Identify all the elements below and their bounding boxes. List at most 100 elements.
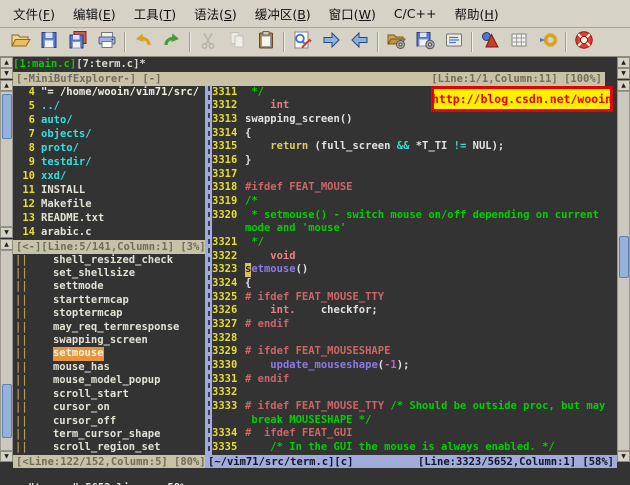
copy-button[interactable] <box>222 29 251 55</box>
redo-button[interactable] <box>157 29 186 55</box>
undo-button[interactable] <box>128 29 157 55</box>
explorer-entry[interactable]: 4"= /home/wooin/vim71/src/ <box>13 86 205 100</box>
scrollbar-down-button[interactable]: ▼ <box>617 68 630 79</box>
explorer-entry[interactable]: 5../ <box>13 100 205 114</box>
code-line[interactable]: 3318 #ifdef FEAT_MOUSE <box>212 181 617 195</box>
code-line[interactable]: 3331 # endif <box>212 373 617 387</box>
run-script-button[interactable] <box>439 29 468 55</box>
menu-item-2[interactable]: 工具(T) <box>125 0 185 27</box>
make-button[interactable] <box>475 29 504 55</box>
code-line[interactable]: 3324 { <box>212 277 617 291</box>
scrollbar-down-button[interactable]: ▼ <box>0 451 13 462</box>
cut-button[interactable] <box>193 29 222 55</box>
code-line[interactable]: 3326 int. checkfor; <box>212 304 617 318</box>
taglist-item[interactable]: || cursor_on <box>13 401 205 414</box>
code-line[interactable]: 3317 <box>212 168 617 182</box>
scrollbar-thumb[interactable] <box>2 94 12 139</box>
code-line[interactable]: 3316 } <box>212 154 617 168</box>
line-number: 3320 <box>212 209 245 223</box>
code-line[interactable]: 3323 setmouse() <box>212 263 617 277</box>
explorer-entry[interactable]: 14arabic.c <box>13 226 205 240</box>
taglist-item[interactable]: || mouse_has <box>13 361 205 374</box>
save-session-button[interactable] <box>410 29 439 55</box>
code-line[interactable]: 3333 # ifdef FEAT_MOUSE_TTY /* Should be… <box>212 400 617 414</box>
run-ctags-button[interactable] <box>504 29 533 55</box>
save-all-button[interactable] <box>63 29 92 55</box>
taglist-item[interactable]: || stoptermcap <box>13 307 205 320</box>
scrollbar-up-button[interactable]: ▲ <box>617 80 630 91</box>
scrollbar-down-button[interactable]: ▼ <box>0 227 13 238</box>
taglist-item[interactable]: || set_shellsize <box>13 267 205 280</box>
buffer-tab-main-c[interactable]: [1:main.c] <box>13 58 76 70</box>
menu-item-0[interactable]: 文件(F) <box>4 0 64 27</box>
explorer-entry[interactable]: 9testdir/ <box>13 156 205 170</box>
scrollbar-up-button[interactable]: ▲ <box>0 239 13 250</box>
code-line[interactable]: 3320 * setmouse() - switch mouse on/off … <box>212 209 617 223</box>
tag-jump-button[interactable] <box>533 29 562 55</box>
save-button[interactable] <box>34 29 63 55</box>
code-line[interactable]: 3315 return (full_screen && *T_TI != NUL… <box>212 140 617 154</box>
tag-indent <box>28 280 53 293</box>
explorer-entry[interactable]: 7objects/ <box>13 128 205 142</box>
explorer-entry[interactable]: 13README.txt <box>13 212 205 226</box>
help-button[interactable] <box>569 29 598 55</box>
code-line[interactable]: 3330 update_mouseshape(-1); <box>212 359 617 373</box>
find-prev-button[interactable] <box>345 29 374 55</box>
menu-item-3[interactable]: 语法(S) <box>185 0 246 27</box>
open-button[interactable] <box>5 29 34 55</box>
tag-indent <box>28 415 53 428</box>
explorer-entry[interactable]: 12Makefile <box>13 198 205 212</box>
code-line[interactable]: 3321 */ <box>212 236 617 250</box>
menu-item-1[interactable]: 编辑(E) <box>64 0 125 27</box>
explorer-entry[interactable]: 10xxd/ <box>13 170 205 184</box>
taglist-item[interactable]: || mouse_model_popup <box>13 374 205 387</box>
print-button[interactable] <box>92 29 121 55</box>
scrollbar-up-button[interactable]: ▲ <box>0 80 13 91</box>
code-line[interactable]: 3313 swapping_screen() <box>212 113 617 127</box>
taglist-item[interactable]: || starttermcap <box>13 294 205 307</box>
paste-button[interactable] <box>251 29 280 55</box>
load-session-button[interactable] <box>381 29 410 55</box>
taglist-item[interactable]: || swapping_screen <box>13 334 205 347</box>
code-editor-pane[interactable]: 3311 */3312 int3313 swapping_screen()331… <box>212 86 617 456</box>
find-next-button[interactable] <box>316 29 345 55</box>
code-line[interactable]: 3334 # ifdef FEAT_GUI <box>212 427 617 441</box>
code-line[interactable]: 3327 # endif <box>212 318 617 332</box>
code-line[interactable]: 3314 { <box>212 127 617 141</box>
explorer-entry[interactable]: 11INSTALL <box>13 184 205 198</box>
scrollbar-down-button[interactable]: ▼ <box>0 68 13 79</box>
code-line[interactable]: break MOUSESHAPE */ <box>212 414 617 428</box>
scrollbar-down-button[interactable]: ▼ <box>617 451 630 462</box>
menu-item-6[interactable]: C/C++ <box>385 2 446 25</box>
menu-item-7[interactable]: 帮助(H) <box>445 0 507 27</box>
file-explorer-pane[interactable]: 4"= /home/wooin/vim71/src/ 5../ 6auto/ 7… <box>13 86 205 240</box>
taglist-item[interactable]: || cursor_off <box>13 415 205 428</box>
menu-item-5[interactable]: 窗口(W) <box>320 0 385 27</box>
taglist-item[interactable]: || scroll_start <box>13 388 205 401</box>
taglist-item[interactable]: || settmode <box>13 280 205 293</box>
taglist-item[interactable]: || shell_resized_check <box>13 254 205 267</box>
code-line[interactable]: 3332 <box>212 386 617 400</box>
taglist-item[interactable]: || setmouse <box>13 347 205 360</box>
explorer-entry[interactable]: 6auto/ <box>13 114 205 128</box>
vertical-split-separator[interactable] <box>205 86 212 456</box>
taglist-item[interactable]: || scroll_region_set <box>13 441 205 454</box>
buffer-tab-term-c[interactable]: [7:term.c]* <box>76 58 146 70</box>
taglist-item[interactable]: || term_cursor_shape <box>13 428 205 441</box>
code-line[interactable]: mode and 'mouse' <box>212 222 617 236</box>
menu-item-4[interactable]: 缓冲区(B) <box>246 0 320 27</box>
find-replace-button[interactable] <box>287 29 316 55</box>
scrollbar-thumb[interactable] <box>2 384 12 438</box>
code-line[interactable]: 3335 /* In the GUI the mouse is always e… <box>212 441 617 455</box>
code-line[interactable]: 3319 /* <box>212 195 617 209</box>
code-line[interactable]: 3329 # ifdef FEAT_MOUSESHAPE <box>212 345 617 359</box>
scrollbar-up-button[interactable]: ▲ <box>0 57 13 68</box>
scrollbar-thumb[interactable] <box>619 236 629 278</box>
code-line[interactable]: 3322 void <box>212 250 617 264</box>
code-line[interactable]: 3328 <box>212 332 617 346</box>
taglist-pane[interactable]: || shell_resized_check|| set_shellsize||… <box>13 254 205 456</box>
code-line[interactable]: 3325 # ifdef FEAT_MOUSE_TTY <box>212 291 617 305</box>
scrollbar-up-button[interactable]: ▲ <box>617 57 630 68</box>
explorer-entry[interactable]: 8proto/ <box>13 142 205 156</box>
taglist-item[interactable]: || may_req_termresponse <box>13 321 205 334</box>
